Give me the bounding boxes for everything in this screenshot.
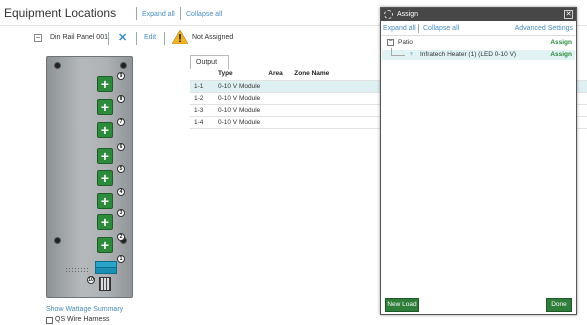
lamp-icon: ♆ <box>409 51 415 58</box>
wire-harness-checkbox[interactable] <box>46 317 53 324</box>
dialog-toolbar: Expand all Collapse all Advanced Setting… <box>383 24 574 34</box>
output-zone[interactable] <box>290 116 379 129</box>
add-module-button[interactable]: + <box>97 122 113 138</box>
add-module-button[interactable]: + <box>97 214 113 230</box>
screw <box>120 62 127 69</box>
show-wattage-summary-link[interactable]: Show Wattage Summary <box>46 306 123 313</box>
page-title: Equipment Locations <box>4 6 117 20</box>
warning-icon <box>172 30 188 44</box>
slot-number: 4 <box>117 188 125 196</box>
output-type: 0-10 V Module <box>213 116 265 129</box>
tab-output[interactable]: Output <box>190 55 229 69</box>
add-module-button[interactable]: + <box>97 193 113 209</box>
wire-harness-label: QS Wire Harness <box>55 316 110 323</box>
new-load-button[interactable]: New Load <box>385 298 419 312</box>
column-header-zone-name[interactable]: Zone Name <box>290 68 379 81</box>
output-id: 1-2 <box>190 92 214 105</box>
slot-number: 1 <box>117 255 125 263</box>
area-name: Patio <box>398 39 413 46</box>
add-module-button[interactable]: + <box>97 170 113 186</box>
output-id: 1-4 <box>190 116 214 129</box>
collapse-all-link[interactable]: Collapse all <box>186 11 222 18</box>
slot-number: 9 <box>117 72 125 80</box>
dimming-module[interactable] <box>95 267 117 274</box>
assign-dialog: Assign ✕ Expand all Collapse all Advance… <box>380 7 577 315</box>
column-header-type[interactable]: Type <box>213 68 265 81</box>
collapse-area-icon[interactable]: − <box>387 38 394 46</box>
column-header-area[interactable]: Area <box>264 68 291 81</box>
dialog-title: Assign <box>397 11 419 18</box>
remove-panel-button[interactable]: ✕ <box>118 31 127 44</box>
panel-header-row: − Din Rail Panel 001 ✕ Edit Not Assigned <box>30 30 390 48</box>
done-button[interactable]: Done <box>546 298 572 312</box>
slot-number: 8 <box>117 95 125 103</box>
divider <box>180 7 181 20</box>
output-zone[interactable] <box>290 80 379 93</box>
terminal-number: 10 <box>87 276 95 284</box>
dialog-expand-all-link[interactable]: Expand all <box>383 25 416 32</box>
slot-number: 5 <box>117 165 125 173</box>
slot-number: 7 <box>117 118 125 126</box>
close-icon[interactable]: ✕ <box>564 10 573 19</box>
output-zone[interactable] <box>290 104 379 117</box>
add-module-button[interactable]: + <box>97 76 113 92</box>
output-type: 0-10 V Module <box>213 80 265 93</box>
tree-item-load[interactable]: ♆ Infratech Heater (1) (LED 0-10 V) Assi… <box>382 48 575 60</box>
output-type: 0-10 V Module <box>213 104 265 117</box>
tree-item-area[interactable]: − Patio Assign <box>382 38 575 48</box>
output-id: 1-1 <box>190 80 214 93</box>
divider <box>108 32 109 45</box>
add-module-button[interactable]: + <box>97 99 113 115</box>
screw <box>54 237 61 244</box>
add-module-button[interactable]: + <box>97 148 113 164</box>
add-module-button[interactable]: + <box>97 237 113 253</box>
terminal-block[interactable] <box>99 277 111 291</box>
vent-grille <box>65 267 89 273</box>
advanced-settings-link[interactable]: Advanced Settings <box>515 25 573 32</box>
assignment-status: Not Assigned <box>192 34 234 41</box>
panel-name: Din Rail Panel 001 <box>50 34 108 41</box>
slot-number: 3 <box>117 209 125 217</box>
dialog-header: Assign ✕ <box>381 8 576 21</box>
logo-icon <box>384 10 393 19</box>
slot-number: 6 <box>117 143 125 151</box>
output-area <box>264 104 291 117</box>
load-name: Infratech Heater (1) (LED 0-10 V) <box>420 51 517 58</box>
assign-load-button[interactable]: Assign <box>550 51 572 58</box>
output-id: 1-3 <box>190 104 214 117</box>
divider <box>136 32 137 45</box>
din-rail-panel-image: + 9 + 8 + 7 + 6 + 5 + 4 + 3 + 2 1 10 <box>46 56 133 298</box>
output-zone[interactable] <box>290 92 379 105</box>
output-area <box>264 92 291 105</box>
divider <box>136 7 137 20</box>
slot-number: 2 <box>117 233 125 241</box>
output-type: 0-10 V Module <box>213 92 265 105</box>
assign-area-button[interactable]: Assign <box>550 39 572 46</box>
output-area <box>264 116 291 129</box>
expand-all-link[interactable]: Expand all <box>142 11 175 18</box>
tree-line <box>391 55 405 56</box>
dialog-collapse-all-link[interactable]: Collapse all <box>423 25 459 32</box>
output-area <box>264 80 291 93</box>
divider <box>164 32 165 45</box>
column-header <box>190 68 214 81</box>
collapse-panel-icon[interactable]: − <box>34 34 42 42</box>
divider <box>382 35 575 36</box>
divider <box>418 24 419 33</box>
edit-link[interactable]: Edit <box>144 34 156 41</box>
screw <box>54 62 61 69</box>
